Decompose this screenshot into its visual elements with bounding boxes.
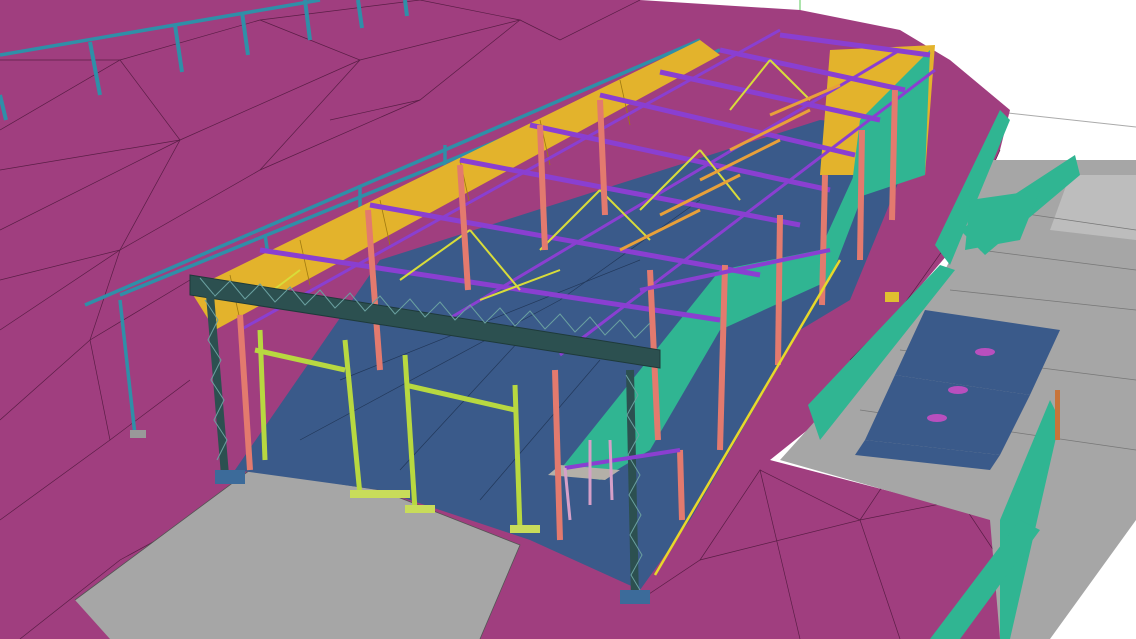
manhole-3: [927, 414, 947, 422]
column-base-plate: [130, 430, 146, 438]
orange-post: [1055, 390, 1060, 440]
equipment-pad: [885, 292, 899, 302]
manhole-2: [948, 386, 968, 394]
manhole-1: [975, 348, 995, 356]
structural-model-svg[interactable]: [0, 0, 1136, 639]
model-viewport[interactable]: [0, 0, 1136, 639]
